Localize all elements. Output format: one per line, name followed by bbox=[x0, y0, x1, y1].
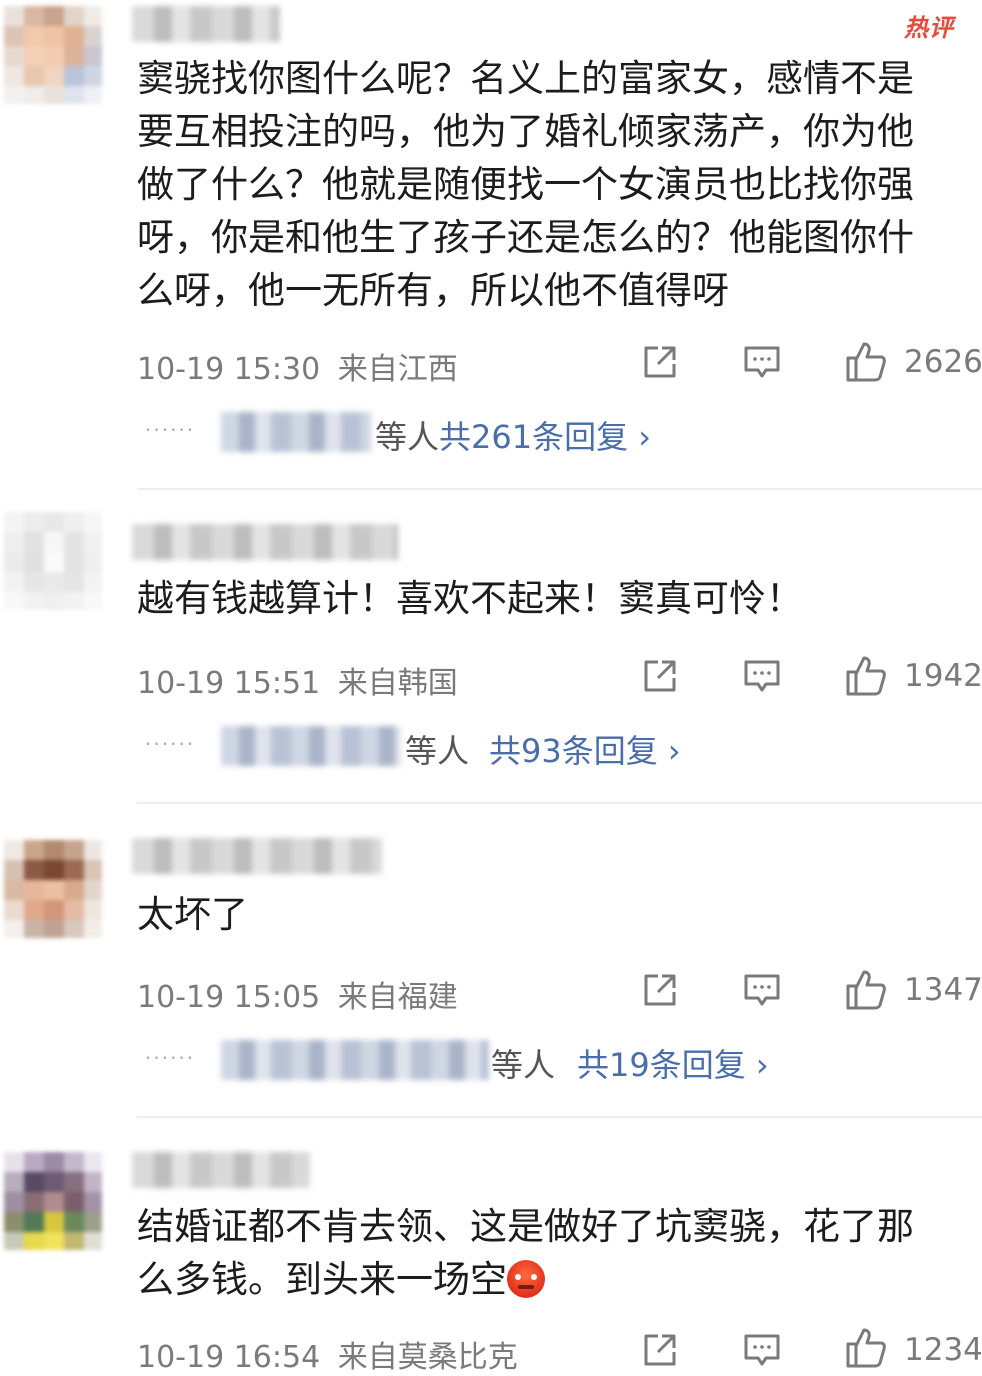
comment-meta: 10-19 15:30 来自江西 bbox=[137, 344, 458, 388]
comment-item: 热评 窦骁找你图什么呢？名义上的富家女，感情不是要互相投注的吗，他为了婚礼倾家荡… bbox=[0, 0, 982, 490]
replier-suffix: 等人 bbox=[491, 1046, 556, 1084]
replier-names bbox=[221, 1040, 489, 1080]
angry-face-emoji bbox=[507, 1260, 545, 1298]
comment-time: 10-19 16:54 bbox=[137, 1340, 321, 1375]
comment-location: 来自江西 bbox=[337, 352, 458, 387]
like-count: 1234 bbox=[904, 1332, 982, 1368]
thumbs-up-icon[interactable] bbox=[844, 340, 888, 384]
comment-icon[interactable] bbox=[742, 970, 782, 1010]
comment-text: 越有钱越算计！喜欢不起来！窦真可怜！ bbox=[137, 577, 803, 620]
comment-icon[interactable] bbox=[742, 1330, 782, 1370]
username[interactable] bbox=[132, 6, 280, 42]
replier-names bbox=[221, 726, 401, 766]
view-replies-link[interactable]: 共93条回复 › bbox=[489, 726, 681, 772]
replier-names bbox=[221, 412, 371, 452]
username[interactable] bbox=[132, 524, 398, 560]
comment-item: 越有钱越算计！喜欢不起来！窦真可怜！ 10-19 15:51 来自韩国 1942… bbox=[0, 490, 982, 804]
comment-meta: 10-19 15:51 来自韩国 bbox=[137, 658, 458, 702]
comment-location: 来自莫桑比克 bbox=[337, 1340, 518, 1375]
share-icon[interactable] bbox=[640, 970, 680, 1010]
hot-comment-badge: 热评 bbox=[904, 14, 954, 42]
comment-text: 太坏了 bbox=[137, 893, 248, 936]
reply-dots: ······ bbox=[145, 1046, 196, 1070]
comment-location: 来自韩国 bbox=[337, 666, 458, 701]
comment-text: 窦骁找你图什么呢？名义上的富家女，感情不是要互相投注的吗，他为了婚礼倾家荡产，你… bbox=[137, 57, 914, 312]
like-count: 1942 bbox=[904, 658, 982, 694]
avatar[interactable] bbox=[4, 1152, 102, 1250]
reply-summary[interactable]: ······ 等人 共93条回复 › bbox=[137, 722, 777, 772]
thumbs-up-icon[interactable] bbox=[844, 968, 888, 1012]
like-count: 1347 bbox=[904, 972, 982, 1008]
avatar[interactable] bbox=[4, 6, 102, 104]
thumbs-up-icon[interactable] bbox=[844, 654, 888, 698]
replier-suffix: 等人 bbox=[375, 418, 440, 456]
avatar[interactable] bbox=[4, 840, 102, 938]
comment-meta: 10-19 16:54 来自莫桑比克 bbox=[137, 1332, 518, 1376]
thumbs-up-icon[interactable] bbox=[844, 1326, 888, 1370]
username[interactable] bbox=[132, 838, 382, 874]
comment-text: 结婚证都不肯去领、这是做好了坑窦骁，花了那么多钱。到头来一场空 bbox=[137, 1200, 948, 1306]
view-replies-link[interactable]: 共19条回复 › bbox=[577, 1040, 769, 1086]
avatar[interactable] bbox=[4, 512, 102, 610]
reply-dots: ······ bbox=[145, 418, 196, 442]
share-icon[interactable] bbox=[640, 1330, 680, 1370]
comment-item: 太坏了 10-19 15:05 来自福建 1347 ······ 等人 共19条… bbox=[0, 804, 982, 1118]
comment-time: 10-19 15:30 bbox=[137, 352, 321, 387]
reply-summary[interactable]: ······ 等人 共19条回复 › bbox=[137, 1036, 837, 1086]
comment-icon[interactable] bbox=[742, 656, 782, 696]
comment-item: 结婚证都不肯去领、这是做好了坑窦骁，花了那么多钱。到头来一场空 10-19 16… bbox=[0, 1118, 982, 1375]
share-icon[interactable] bbox=[640, 342, 680, 382]
replier-suffix: 等人 bbox=[405, 732, 470, 770]
comment-time: 10-19 15:51 bbox=[137, 666, 321, 701]
comment-time: 10-19 15:05 bbox=[137, 980, 321, 1015]
share-icon[interactable] bbox=[640, 656, 680, 696]
comment-location: 来自福建 bbox=[337, 980, 458, 1015]
username[interactable] bbox=[132, 1152, 310, 1188]
reply-dots: ······ bbox=[145, 732, 196, 756]
view-replies-link[interactable]: 共261条回复 › bbox=[439, 412, 651, 458]
comment-icon[interactable] bbox=[742, 342, 782, 382]
comment-meta: 10-19 15:05 来自福建 bbox=[137, 972, 458, 1016]
reply-summary[interactable]: ······ 等人 共261条回复 › bbox=[137, 408, 737, 458]
like-count: 2626 bbox=[904, 344, 982, 380]
